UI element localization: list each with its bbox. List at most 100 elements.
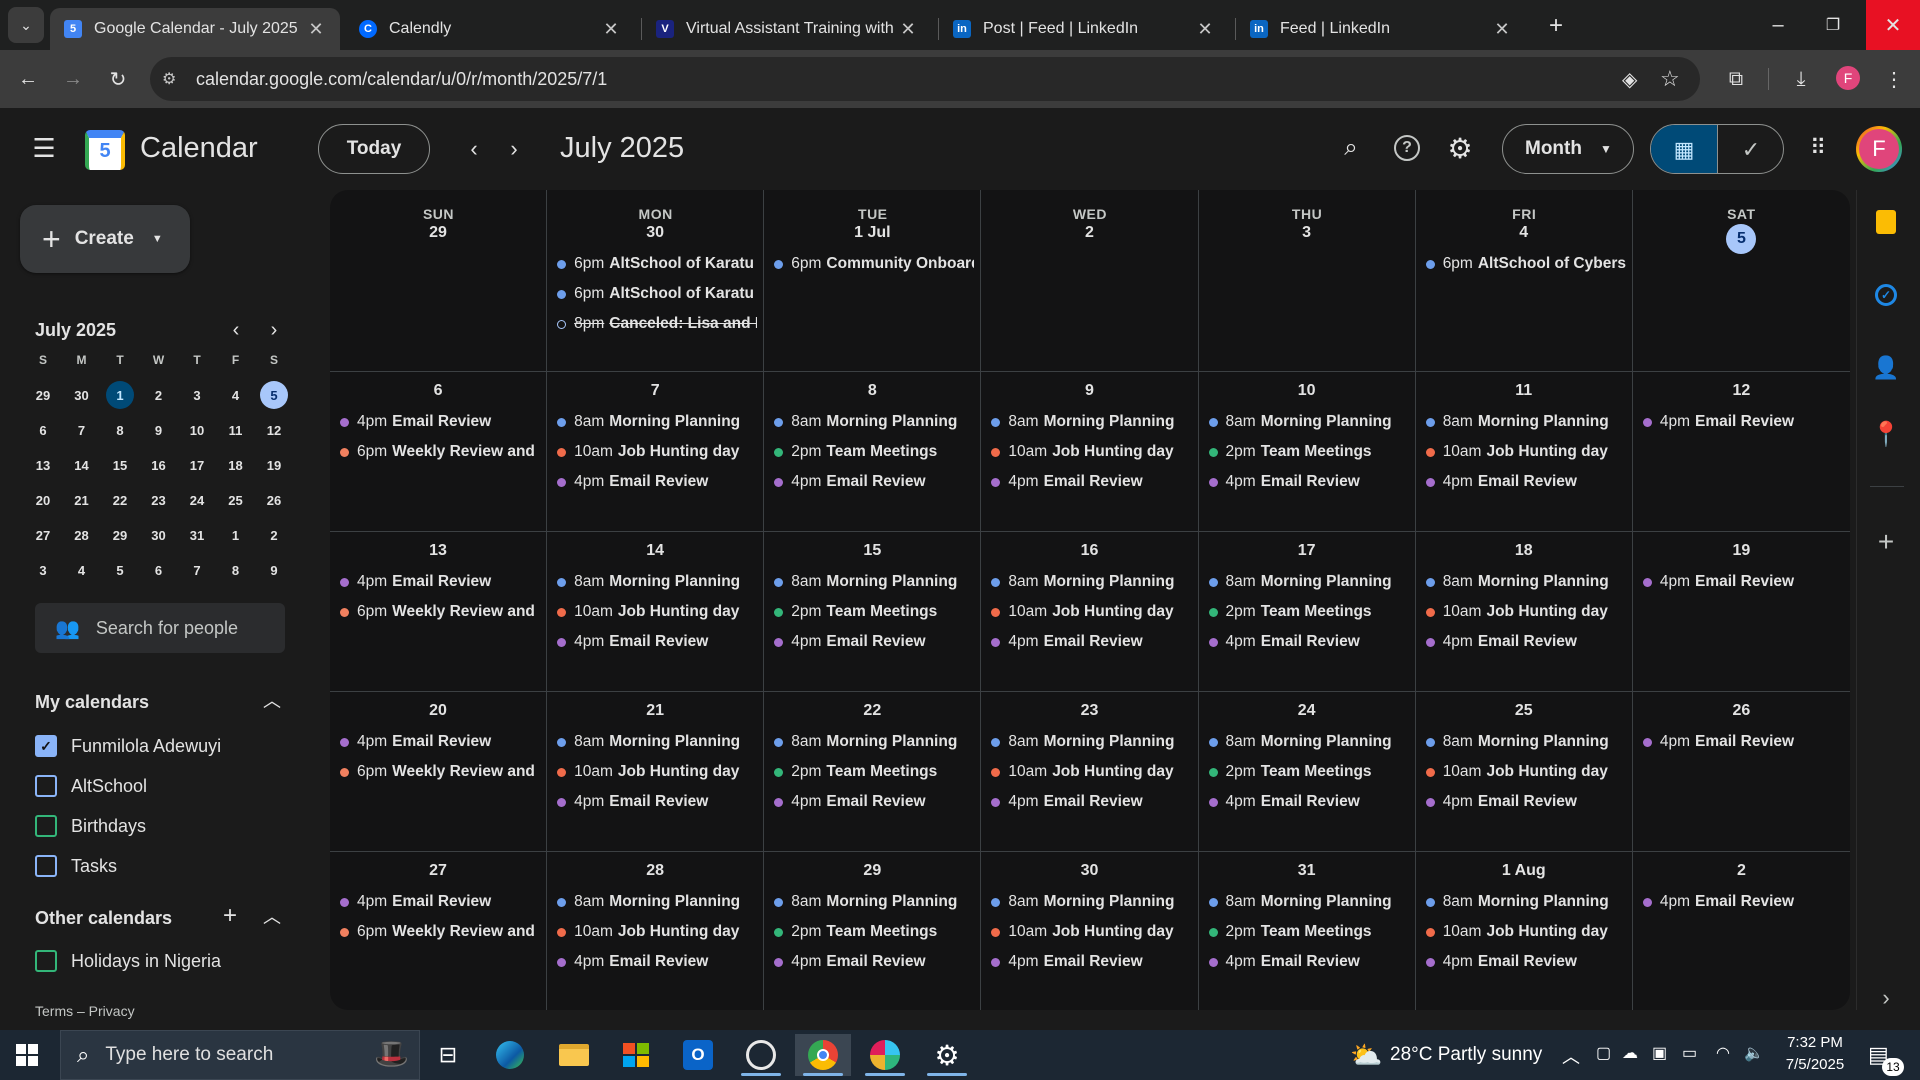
event-chip[interactable]: 8am Morning Planning [774, 411, 974, 433]
event-chip[interactable]: 2pm Team Meetings [774, 601, 974, 623]
chevron-up-icon[interactable]: ︿ [254, 898, 290, 934]
mini-day[interactable]: 11 [217, 416, 255, 444]
event-chip[interactable]: 8am Morning Planning [1208, 891, 1409, 913]
mini-day[interactable]: 8 [217, 556, 255, 584]
event-chip[interactable]: 4pm Email Review [1642, 411, 1844, 433]
mini-day[interactable]: 7 [63, 416, 101, 444]
close-tab-icon[interactable]: ✕ [1195, 19, 1215, 40]
next-month-icon[interactable]: › [496, 131, 532, 167]
event-chip[interactable]: 8am Morning Planning [991, 411, 1191, 433]
mini-day[interactable]: 25 [217, 486, 255, 514]
event-chip[interactable]: 2pm Team Meetings [1208, 761, 1409, 783]
mini-day[interactable]: 29 [24, 381, 62, 409]
file-explorer-icon[interactable] [546, 1034, 602, 1076]
mini-day[interactable]: 24 [178, 486, 216, 514]
day-number[interactable]: 31 [1199, 862, 1415, 880]
add-calendar-icon[interactable]: + [212, 898, 248, 934]
day-cell[interactable]: 24 8am Morning Planning 2pm Team Meetings 4pm… [1198, 692, 1416, 852]
mini-day[interactable]: 3 [178, 381, 216, 409]
day-number[interactable]: 1 Jul [764, 224, 980, 242]
event-chip[interactable]: 4pm Email Review [557, 471, 757, 493]
reload-icon[interactable]: ↻ [100, 61, 136, 97]
event-chip[interactable]: 2pm Team Meetings [774, 761, 974, 783]
mini-prev-icon[interactable]: ‹ [218, 312, 254, 348]
browser-menu-icon[interactable]: ⋮ [1876, 61, 1912, 97]
day-cell[interactable]: 21 8am Morning Planning 10am Job Hunting day… [547, 692, 765, 852]
tab-va-training[interactable]: V Virtual Assistant Training with V ✕ [642, 8, 932, 50]
day-cell[interactable]: 3 [1198, 190, 1416, 372]
outlook-icon[interactable]: O [670, 1034, 726, 1076]
battery-icon[interactable]: ▭ [1682, 1043, 1697, 1063]
day-number[interactable]: 1 Aug [1416, 862, 1632, 880]
event-chip[interactable]: 4pm Email Review [557, 631, 757, 653]
view-selector[interactable]: Month ▼ [1502, 124, 1634, 174]
search-people-input[interactable]: 👥 Search for people [35, 603, 285, 653]
day-number[interactable]: 16 [981, 542, 1197, 560]
mini-next-icon[interactable]: › [256, 312, 292, 348]
calendar-checkbox[interactable] [35, 815, 57, 837]
calendar-view-icon[interactable]: ▦ [1651, 125, 1717, 173]
event-chip[interactable]: 4pm Email Review [1425, 631, 1626, 653]
event-chip[interactable]: 4pm Email Review [1425, 951, 1626, 973]
day-cell[interactable]: 28 8am Morning Planning 10am Job Hunting day… [547, 852, 765, 1010]
tab-google-calendar[interactable]: 5 Google Calendar - July 2025 ✕ [50, 8, 340, 50]
mini-day[interactable]: 23 [140, 486, 178, 514]
keep-icon[interactable] [1872, 208, 1900, 236]
mini-day[interactable]: 30 [63, 381, 101, 409]
chevron-up-icon[interactable]: ︿ [254, 682, 290, 718]
new-tab-icon[interactable]: + [1538, 8, 1574, 44]
mini-day[interactable]: 2 [255, 521, 293, 549]
tab-linkedin-feed[interactable]: in Feed | LinkedIn ✕ [1236, 8, 1526, 50]
mini-day[interactable]: 18 [217, 451, 255, 479]
mini-day[interactable]: 31 [178, 521, 216, 549]
clock-time[interactable]: 7:32 PM [1770, 1034, 1860, 1051]
mini-day[interactable]: 9 [255, 556, 293, 584]
show-hidden-icons-icon[interactable]: ︿ [1562, 1043, 1580, 1069]
event-chip[interactable]: 8am Morning Planning [991, 571, 1191, 593]
mini-day[interactable]: 1 [217, 521, 255, 549]
day-cell[interactable]: 31 8am Morning Planning 2pm Team Meetings 4pm… [1199, 852, 1416, 1010]
day-number[interactable]: 26 [1633, 702, 1850, 720]
event-chip[interactable]: 2pm Team Meetings [1208, 441, 1409, 463]
mini-day[interactable]: 26 [255, 486, 293, 514]
calendar-checkbox[interactable] [35, 775, 57, 797]
today-day-number[interactable]: 5 [1726, 224, 1757, 254]
day-number[interactable]: 9 [981, 382, 1197, 400]
event-chip[interactable]: 4pm Email Review [991, 471, 1191, 493]
day-number[interactable]: 8 [764, 382, 980, 400]
day-number[interactable]: 2 [1633, 862, 1850, 880]
event-chip[interactable]: 10am Job Hunting day [1425, 921, 1626, 943]
event-chip[interactable]: 8am Morning Planning [774, 891, 974, 913]
event-chip[interactable]: 4pm Email Review [1425, 791, 1626, 813]
mini-day[interactable]: 8 [101, 416, 139, 444]
day-number[interactable]: 14 [547, 542, 763, 560]
mini-day[interactable]: 5 [255, 381, 293, 409]
event-chip[interactable]: 4pm Email Review [1642, 571, 1844, 593]
mini-day[interactable]: 6 [24, 416, 62, 444]
calendar-list-item[interactable]: Birthdays [35, 811, 285, 841]
whatsapp-icon[interactable] [733, 1034, 789, 1076]
event-chip[interactable]: 10am Job Hunting day [991, 921, 1191, 943]
mini-day[interactable]: 16 [140, 451, 178, 479]
mini-day[interactable]: 3 [24, 556, 62, 584]
event-chip[interactable]: 4pm Email Review [991, 791, 1191, 813]
event-chip[interactable]: 4pm Email Review [1425, 471, 1626, 493]
day-cell[interactable]: 16 8am Morning Planning 10am Job Hunting day… [981, 532, 1199, 692]
event-chip[interactable]: 2pm Team Meetings [1208, 921, 1409, 943]
event-chip[interactable]: 4pm Email Review [340, 731, 540, 753]
day-number[interactable]: 24 [1199, 702, 1415, 720]
close-tab-icon[interactable]: ✕ [601, 19, 621, 40]
event-chip[interactable]: 10am Job Hunting day [1425, 761, 1626, 783]
event-chip[interactable]: 10am Job Hunting day [991, 601, 1191, 623]
calendar-list-item[interactable]: Tasks [35, 851, 285, 881]
calendar-checkbox[interactable] [35, 855, 57, 877]
day-cell[interactable]: 23 8am Morning Planning 10am Job Hunting day… [981, 692, 1199, 852]
event-chip[interactable]: 8am Morning Planning [1425, 731, 1626, 753]
back-icon[interactable]: ← [10, 61, 46, 97]
main-menu-icon[interactable]: ☰ [26, 130, 62, 166]
calendar-checkbox[interactable] [35, 950, 57, 972]
event-chip[interactable]: 8am Morning Planning [557, 891, 757, 913]
mini-day[interactable]: 1 [101, 381, 139, 409]
mini-day[interactable]: 19 [255, 451, 293, 479]
settings-app-icon[interactable]: ⚙ [919, 1034, 975, 1076]
